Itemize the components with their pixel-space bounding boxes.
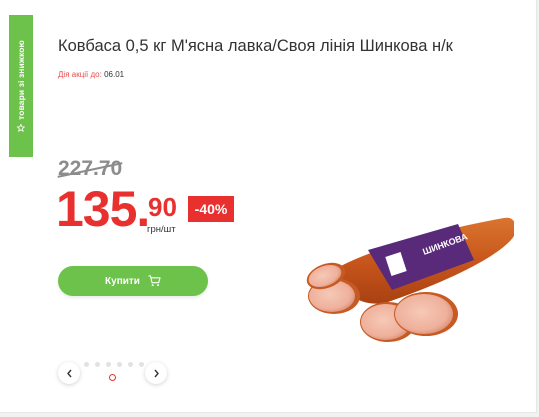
chevron-left-icon: [66, 369, 72, 377]
promo-period: Дія акції до: 06.01: [58, 70, 124, 79]
promo-label: Дія акції до:: [58, 70, 102, 79]
discounted-goods-tab[interactable]: товари зі знижкою: [9, 15, 33, 157]
carousel-dot[interactable]: [106, 362, 111, 367]
price-main: 135.: [56, 181, 150, 237]
cart-icon: [148, 275, 161, 287]
chevron-right-icon: [153, 369, 159, 377]
discounted-goods-label: товари зі знижкою: [16, 40, 26, 120]
carousel-dot[interactable]: [139, 362, 144, 367]
carousel-dot-active[interactable]: [109, 374, 116, 381]
price-cents: 90: [148, 192, 177, 222]
carousel-dot[interactable]: [117, 362, 122, 367]
buy-button[interactable]: Купити: [58, 266, 208, 296]
carousel-dot[interactable]: [84, 362, 89, 367]
carousel-prev-button[interactable]: [58, 362, 80, 384]
product-image: ШИНКОВА: [306, 217, 514, 342]
carousel-next-button[interactable]: [145, 362, 167, 384]
carousel-dot[interactable]: [128, 362, 133, 367]
promo-date: 06.01: [104, 70, 125, 79]
discount-badge: -40%: [188, 196, 234, 222]
old-price: 227.70: [58, 157, 123, 180]
product-title: Ковбаса 0,5 кг М'ясна лавка/Своя лінія Ш…: [58, 37, 453, 55]
product-card: товари зі знижкою Ковбаса 0,5 кг М'ясна …: [0, 0, 537, 413]
buy-button-label: Купити: [105, 275, 140, 287]
price-unit: грн/шт: [147, 224, 176, 235]
carousel-dot[interactable]: [95, 362, 100, 367]
star-icon: [17, 123, 25, 132]
